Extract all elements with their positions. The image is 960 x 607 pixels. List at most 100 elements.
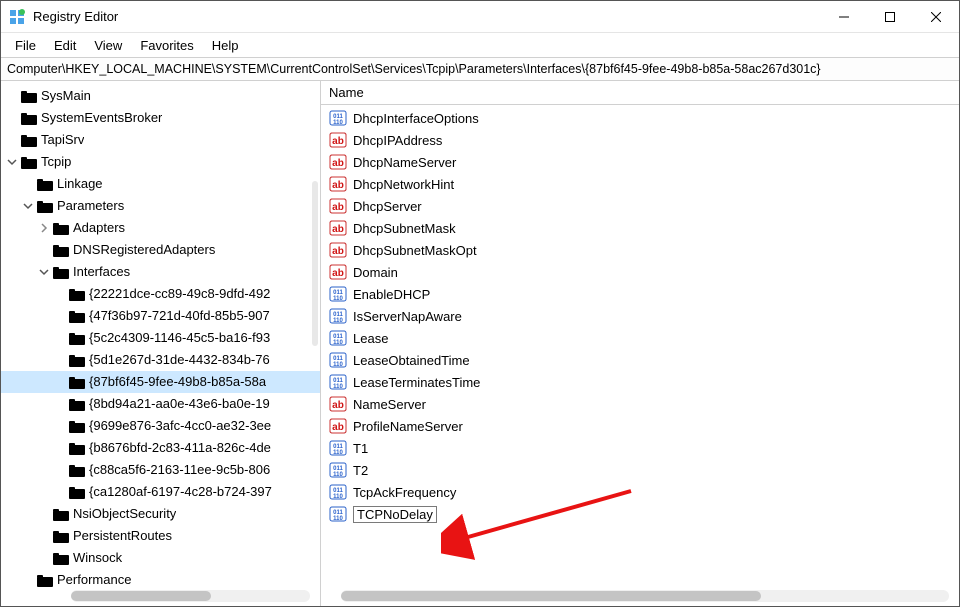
value-row[interactable]: EnableDHCP [321,283,959,305]
menu-file[interactable]: File [7,36,44,55]
tree-item[interactable]: Interfaces [1,261,320,283]
values-pane[interactable]: Name DhcpInterfaceOptions DhcpIPAddress Dh… [321,81,959,606]
reg-binary-icon [329,330,347,346]
tree-item-label: {47f36b97-721d-40fd-85b5-907 [89,305,270,327]
folder-icon [69,441,85,455]
value-row[interactable]: ProfileNameServer [321,415,959,437]
twisty-spacer [53,375,67,389]
close-button[interactable] [913,1,959,32]
value-name: DhcpSubnetMask [353,221,456,236]
folder-icon [37,573,53,587]
tree-item-label: Tcpip [41,151,71,173]
twisty-spacer [53,287,67,301]
tree-horizontal-scrollbar[interactable] [71,590,310,602]
tree-item[interactable]: {47f36b97-721d-40fd-85b5-907 [1,305,320,327]
value-row[interactable]: DhcpNameServer [321,151,959,173]
value-row[interactable]: IsServerNapAware [321,305,959,327]
chevron-down-icon[interactable] [5,155,19,169]
twisty-spacer [53,331,67,345]
tree-item[interactable]: TapiSrv [1,129,320,151]
twisty-spacer [21,177,35,191]
tree-scroll-thumb[interactable] [71,591,211,601]
value-name: LeaseTerminatesTime [353,375,480,390]
tree-pane[interactable]: SysMainSystemEventsBrokerTapiSrvTcpipLin… [1,81,321,606]
reg-string-icon [329,418,347,434]
value-name: DhcpInterfaceOptions [353,111,479,126]
tree-item[interactable]: {c88ca5f6-2163-11ee-9c5b-806 [1,459,320,481]
tree-item[interactable]: SystemEventsBroker [1,107,320,129]
value-row[interactable]: Domain [321,261,959,283]
tree-item-label: {22221dce-cc89-49c8-9dfd-492 [89,283,270,305]
folder-icon [21,111,37,125]
tree-item-label: SystemEventsBroker [41,107,162,129]
twisty-spacer [53,309,67,323]
value-row[interactable]: Lease [321,327,959,349]
value-row[interactable]: T1 [321,437,959,459]
reg-string-icon [329,242,347,258]
chevron-down-icon[interactable] [21,199,35,213]
chevron-down-icon[interactable] [37,265,51,279]
tree-item[interactable]: {87bf6f45-9fee-49b8-b85a-58a [1,371,320,393]
values-scroll-thumb[interactable] [341,591,761,601]
tree-item[interactable]: {9699e876-3afc-4cc0-ae32-3ee [1,415,320,437]
tree-item-label: SysMain [41,85,91,107]
tree-item[interactable]: DNSRegisteredAdapters [1,239,320,261]
tree-item-label: Linkage [57,173,103,195]
address-text: Computer\HKEY_LOCAL_MACHINE\SYSTEM\Curre… [7,62,821,76]
column-header-name[interactable]: Name [321,81,959,105]
tree-item[interactable]: Winsock [1,547,320,569]
value-row[interactable]: DhcpNetworkHint [321,173,959,195]
value-row[interactable]: DhcpSubnetMask [321,217,959,239]
value-row[interactable]: TcpAckFrequency [321,481,959,503]
tree-item[interactable]: Parameters [1,195,320,217]
value-name-edit[interactable]: TCPNoDelay [353,506,437,523]
value-row[interactable]: NameServer [321,393,959,415]
folder-icon [69,309,85,323]
tree-item[interactable]: Linkage [1,173,320,195]
value-row[interactable]: DhcpSubnetMaskOpt [321,239,959,261]
tree-item[interactable]: SysMain [1,85,320,107]
values-horizontal-scrollbar[interactable] [341,590,949,602]
tree-item[interactable]: {5c2c4309-1146-45c5-ba16-f93 [1,327,320,349]
tree-item-label: Winsock [73,547,122,569]
value-row[interactable]: T2 [321,459,959,481]
value-row[interactable]: DhcpIPAddress [321,129,959,151]
value-row[interactable]: DhcpInterfaceOptions [321,107,959,129]
value-name: DhcpNetworkHint [353,177,454,192]
folder-icon [53,221,69,235]
value-name: NameServer [353,397,426,412]
menu-favorites[interactable]: Favorites [132,36,201,55]
menu-edit[interactable]: Edit [46,36,84,55]
maximize-button[interactable] [867,1,913,32]
folder-icon [53,265,69,279]
tree-item[interactable]: PersistentRoutes [1,525,320,547]
address-bar[interactable]: Computer\HKEY_LOCAL_MACHINE\SYSTEM\Curre… [1,57,959,81]
menu-view[interactable]: View [86,36,130,55]
tree-item[interactable]: Performance [1,569,320,591]
value-row[interactable]: DhcpServer [321,195,959,217]
reg-binary-icon [329,308,347,324]
tree-item[interactable]: Tcpip [1,151,320,173]
tree-item-label: {c88ca5f6-2163-11ee-9c5b-806 [89,459,270,481]
folder-icon [69,353,85,367]
value-name: DhcpNameServer [353,155,456,170]
registry-editor-window: Registry Editor File Edit View Favorites… [0,0,960,607]
tree-item[interactable]: Adapters [1,217,320,239]
menu-help[interactable]: Help [204,36,247,55]
tree-item[interactable]: {b8676bfd-2c83-411a-826c-4de [1,437,320,459]
value-row[interactable]: LeaseObtainedTime [321,349,959,371]
window-title: Registry Editor [33,9,118,24]
tree-item[interactable]: NsiObjectSecurity [1,503,320,525]
tree-item[interactable]: {8bd94a21-aa0e-43e6-ba0e-19 [1,393,320,415]
tree-vertical-scroll-hint[interactable] [312,181,318,346]
value-name: TcpAckFrequency [353,485,456,500]
chevron-right-icon[interactable] [37,221,51,235]
tree-item[interactable]: {5d1e267d-31de-4432-834b-76 [1,349,320,371]
tree-item[interactable]: {22221dce-cc89-49c8-9dfd-492 [1,283,320,305]
value-row[interactable]: TCPNoDelay [321,503,959,525]
folder-icon [21,155,37,169]
tree-item[interactable]: {ca1280af-6197-4c28-b724-397 [1,481,320,503]
value-row[interactable]: LeaseTerminatesTime [321,371,959,393]
minimize-button[interactable] [821,1,867,32]
value-name: IsServerNapAware [353,309,462,324]
